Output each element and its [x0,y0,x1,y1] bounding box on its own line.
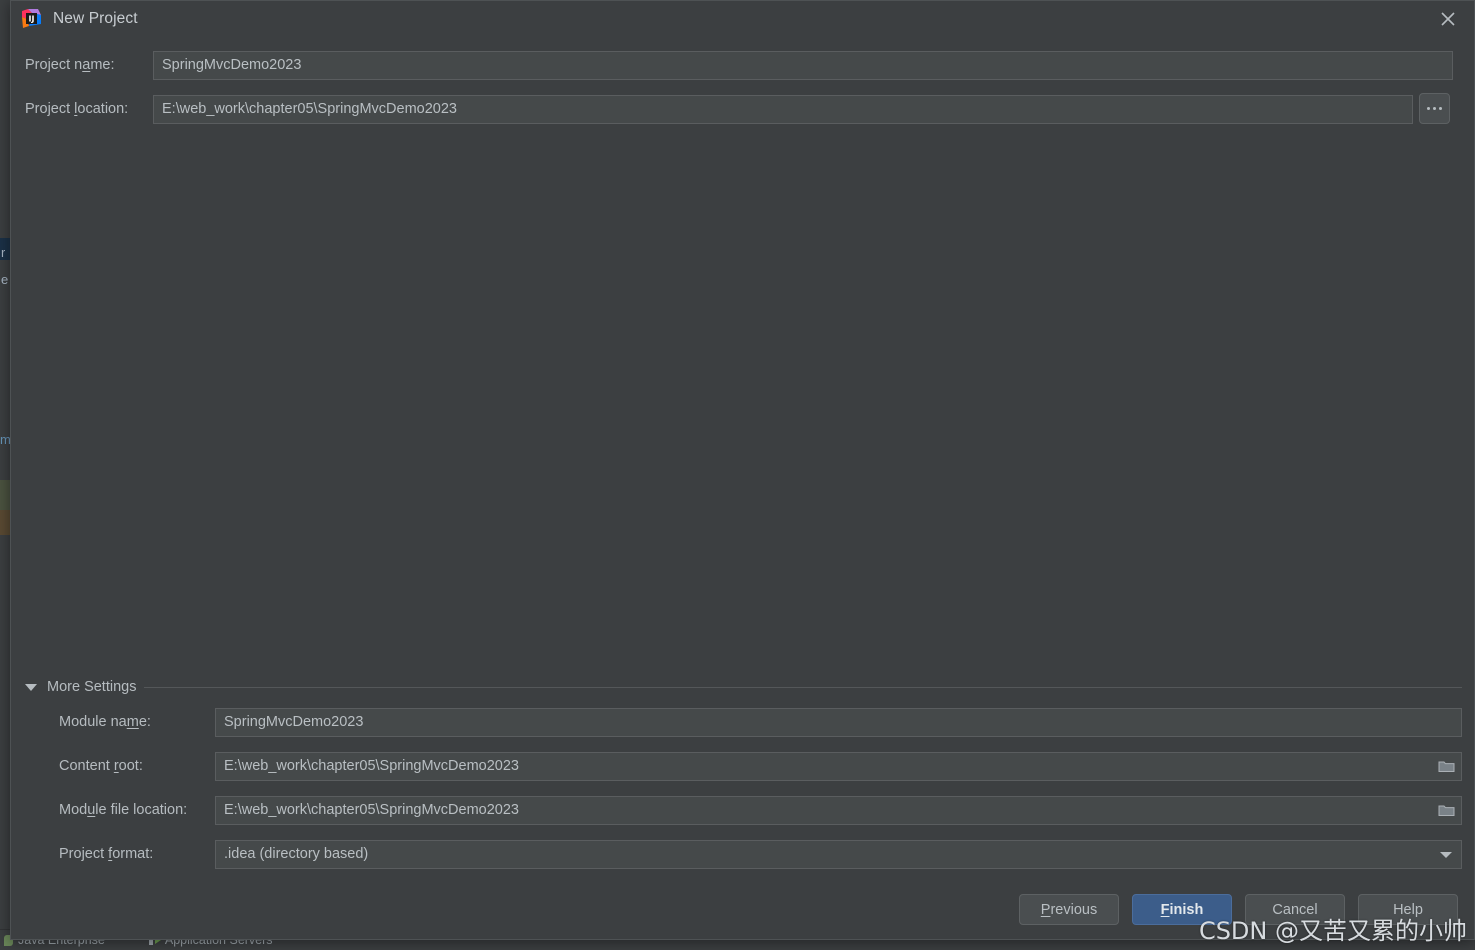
content-root-browse-button[interactable] [1430,752,1462,781]
svg-text:IJ: IJ [29,14,35,23]
project-format-value: .idea (directory based) [224,846,369,862]
new-project-dialog: IJ New Project Project name: SpringMvcDe… [10,0,1475,940]
cancel-button-label: Cancel [1272,901,1318,918]
chevron-down-icon [25,683,37,691]
content-root-row: Content root: E:\web_work\chapter05\Spri… [11,751,1474,781]
previous-button[interactable]: Previous [1019,894,1119,925]
dialog-title: New Project [53,10,138,27]
label-text-part: Project [59,846,109,862]
folder-icon [1438,761,1454,772]
label-text-part: ocation: [77,101,129,117]
folder-icon [1438,805,1454,816]
module-file-location-row: Module file location: E:\web_work\chapte… [11,795,1474,825]
help-button-label: Help [1393,901,1423,918]
label-text-part: Content [59,758,114,774]
content-root-value: E:\web_work\chapter05\SpringMvcDemo2023 [224,758,519,774]
project-name-value: SpringMvcDemo2023 [162,57,302,73]
dialog-empty-content-area [11,131,1474,671]
label-text-part: oot: [118,758,143,774]
more-settings-toggle[interactable]: More Settings [25,679,1462,695]
module-file-location-input-wrap: E:\web_work\chapter05\SpringMvcDemo2023 [215,795,1462,825]
dialog-button-bar: Previous Finish Cancel Help [1019,894,1458,925]
module-file-location-value: E:\web_work\chapter05\SpringMvcDemo2023 [224,802,519,818]
label-mnemonic: F [1160,901,1170,918]
label-text-part: me: [90,57,115,73]
ellipsis-icon-dot [1439,107,1442,110]
finish-button-label: Finish [1161,902,1204,918]
label-text-part: inish [1169,901,1204,918]
project-format-select[interactable]: .idea (directory based) [215,839,1462,869]
project-name-label: Project name: [25,57,114,73]
module-name-row: Module name: SpringMvcDemo2023 [11,707,1474,737]
cancel-button[interactable]: Cancel [1245,894,1345,925]
project-name-input[interactable]: SpringMvcDemo2023 [153,50,1453,80]
label-text-part: Module na [59,714,127,730]
ellipsis-icon-dot [1433,107,1436,110]
project-format-row: Project format: .idea (directory based) [11,839,1474,869]
project-format-dropdown-arrow[interactable] [1430,840,1462,869]
project-location-browse-button[interactable] [1419,93,1450,124]
module-file-location-browse-button[interactable] [1430,796,1462,825]
module-file-location-input[interactable]: E:\web_work\chapter05\SpringMvcDemo2023 [215,795,1462,825]
ide-bg-text-fragment: r [1,245,6,260]
more-settings-separator [144,686,1462,688]
label-mnemonic: P [1040,901,1051,918]
module-name-input[interactable]: SpringMvcDemo2023 [215,707,1462,737]
help-button[interactable]: Help [1358,894,1458,925]
previous-button-label: Previous [1041,902,1097,918]
label-mnemonic: m [126,714,139,730]
project-format-select-wrap: .idea (directory based) [215,839,1462,869]
module-name-input-wrap: SpringMvcDemo2023 [215,707,1462,737]
finish-button[interactable]: Finish [1132,894,1232,925]
project-location-input[interactable]: E:\web_work\chapter05\SpringMvcDemo2023 [153,94,1413,124]
ellipsis-icon-dot [1427,107,1430,110]
module-file-location-label: Module file location: [59,802,187,818]
label-text-part: Mod [59,802,88,818]
content-root-input-wrap: E:\web_work\chapter05\SpringMvcDemo2023 [215,751,1462,781]
module-name-label: Module name: [59,714,151,730]
label-text-part: Project [25,101,75,117]
label-text-part: le file location: [95,802,188,818]
project-location-label: Project location: [25,101,128,117]
label-text-part: e: [138,714,151,730]
project-location-value: E:\web_work\chapter05\SpringMvcDemo2023 [162,101,457,117]
content-root-input[interactable]: E:\web_work\chapter05\SpringMvcDemo2023 [215,751,1462,781]
intellij-idea-logo-icon: IJ [21,8,42,29]
label-text-part: Project n [25,57,83,73]
content-root-label: Content root: [59,758,143,774]
label-text-part: ormat: [112,846,154,862]
label-text-part: revious [1050,901,1098,918]
chevron-down-icon [1440,851,1452,858]
more-settings-label: More Settings [47,679,137,695]
close-icon[interactable] [1436,7,1460,31]
module-name-value: SpringMvcDemo2023 [224,714,364,730]
dialog-title-bar: IJ New Project [11,1,1474,39]
project-format-label: Project format: [59,846,153,862]
ide-bg-text-fragment: e [1,272,9,287]
